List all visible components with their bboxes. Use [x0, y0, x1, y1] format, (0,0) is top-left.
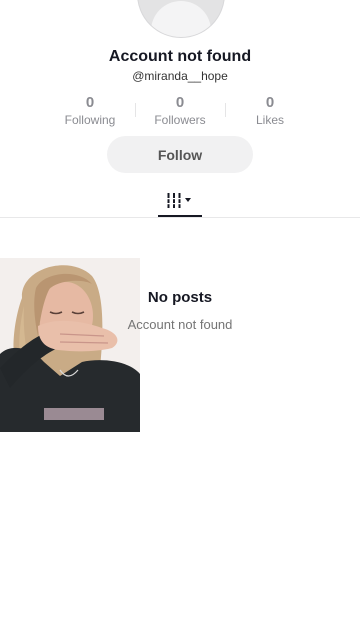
follow-button[interactable]: Follow [107, 136, 253, 173]
tabs-divider [0, 217, 360, 218]
profile-name: Account not found [108, 48, 252, 65]
stat-followers-label: Followers [154, 113, 206, 127]
overlay-person-photo [0, 258, 140, 432]
videos-grid-icon [167, 193, 181, 208]
profile-stats: 0 Following 0 Followers 0 Likes [45, 94, 315, 128]
chevron-down-icon [185, 198, 191, 202]
empty-state-subtitle: Account not found [127, 317, 233, 332]
stat-likes[interactable]: 0 Likes [225, 94, 315, 127]
stat-following-value: 0 [85, 94, 95, 111]
stat-following-label: Following [64, 113, 116, 127]
empty-state-title: No posts [147, 289, 213, 306]
stat-following[interactable]: 0 Following [45, 94, 135, 127]
tab-videos[interactable] [158, 188, 202, 216]
avatar-placeholder-body [151, 1, 211, 37]
stat-likes-value: 0 [265, 94, 275, 111]
stat-followers[interactable]: 0 Followers [135, 94, 225, 127]
avatar[interactable] [137, 0, 225, 38]
profile-handle: @miranda__hope [132, 69, 228, 83]
stat-likes-label: Likes [255, 113, 284, 127]
stat-followers-value: 0 [175, 94, 185, 111]
profile-page: Account not found @miranda__hope 0 Follo… [0, 0, 360, 640]
